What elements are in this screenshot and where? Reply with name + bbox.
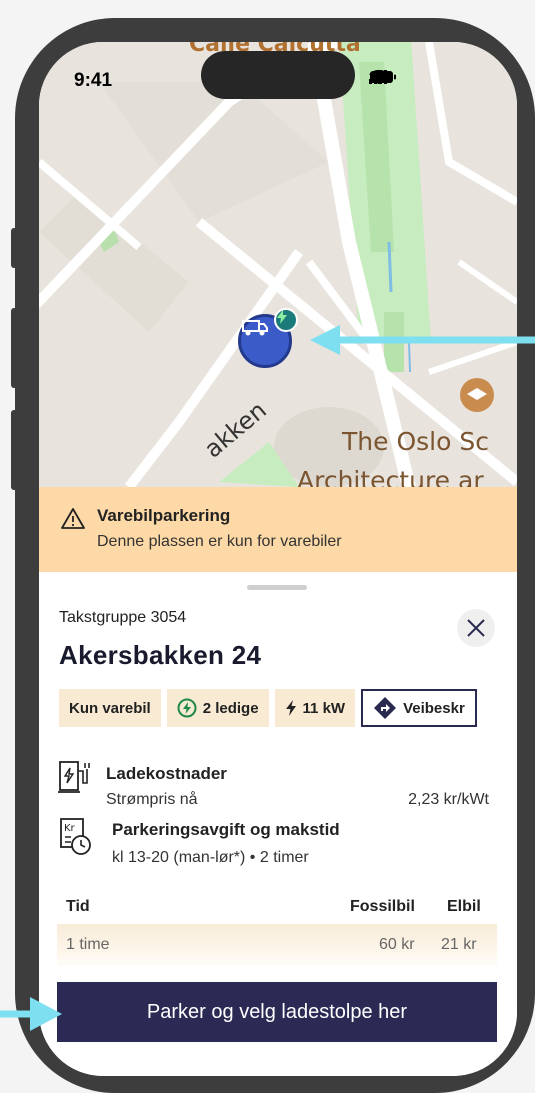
annotation-arrow-button <box>0 997 62 1031</box>
van-icon <box>242 320 268 336</box>
parking-fee-title: Parkeringsavgift og makstid <box>112 820 340 839</box>
battery-icon <box>370 71 396 83</box>
close-button[interactable] <box>457 609 495 647</box>
power-label: 11 kW <box>302 699 346 717</box>
fee-clock-icon: Kr <box>60 818 91 855</box>
parking-fee-subtitle: kl 13-20 (man-lør*) • 2 timer <box>112 849 309 866</box>
close-icon <box>467 619 485 637</box>
info-chips: Kun varebil 2 ledige 11 kW Veibeskr <box>59 689 477 727</box>
charger-icon <box>58 761 90 793</box>
annotation-arrow-marker <box>310 325 535 355</box>
directions-label: Veibeskr <box>403 699 465 717</box>
directions-chip[interactable]: Veibeskr <box>361 689 477 727</box>
charging-circle-icon <box>177 698 197 718</box>
power-price-label: Strømpris nå <box>106 791 198 808</box>
map-roads <box>39 42 517 487</box>
map-view[interactable]: Calle Calcutta akken The Oslo Sc Archite… <box>39 42 517 487</box>
column-header-tid: Tid <box>66 898 90 915</box>
availability-chip: 2 ledige <box>166 689 269 727</box>
column-header-elbil: Elbil <box>447 898 481 915</box>
takstgruppe-label: Takstgruppe 3054 <box>59 609 187 626</box>
dynamic-island <box>201 51 355 99</box>
sheet-drag-handle[interactable] <box>247 585 307 590</box>
map-poi-label-line1: The Oslo Sc <box>342 427 489 456</box>
warning-title: Varebilparkering <box>97 506 231 525</box>
vehicle-type-chip: Kun varebil <box>59 689 161 727</box>
status-time: 9:41 <box>74 70 113 91</box>
phone-screen: Calle Calcutta akken The Oslo Sc Archite… <box>39 42 517 1076</box>
availability-label: 2 ledige <box>202 699 259 717</box>
charging-badge-icon <box>274 308 298 332</box>
address-title: Akersbakken 24 <box>59 640 262 670</box>
column-header-fossilbil: Fossilbil <box>350 898 415 915</box>
warning-triangle-icon <box>61 508 85 529</box>
power-chip: 11 kW <box>274 689 356 727</box>
warning-banner: Varebilparkering Denne plassen er kun fo… <box>39 487 517 572</box>
directions-icon <box>374 697 397 719</box>
lightning-icon <box>285 700 296 716</box>
svg-text:Kr: Kr <box>64 823 76 834</box>
map-poi-label-line2: Architecture ar <box>297 466 484 487</box>
vehicle-type-label: Kun varebil <box>69 699 151 717</box>
power-price-value: 2,23 kr/kWt <box>408 791 489 808</box>
warning-subtitle: Denne plassen er kun for varebiler <box>97 533 342 550</box>
table-fade-overlay <box>39 952 517 982</box>
charging-cost-title: Ladekostnader <box>106 764 227 783</box>
parking-detail-sheet: Takstgruppe 3054 Akersbakken 24 Kun vare… <box>39 572 517 1076</box>
park-and-select-charger-button[interactable]: Parker og velg ladestolpe her <box>57 982 497 1042</box>
